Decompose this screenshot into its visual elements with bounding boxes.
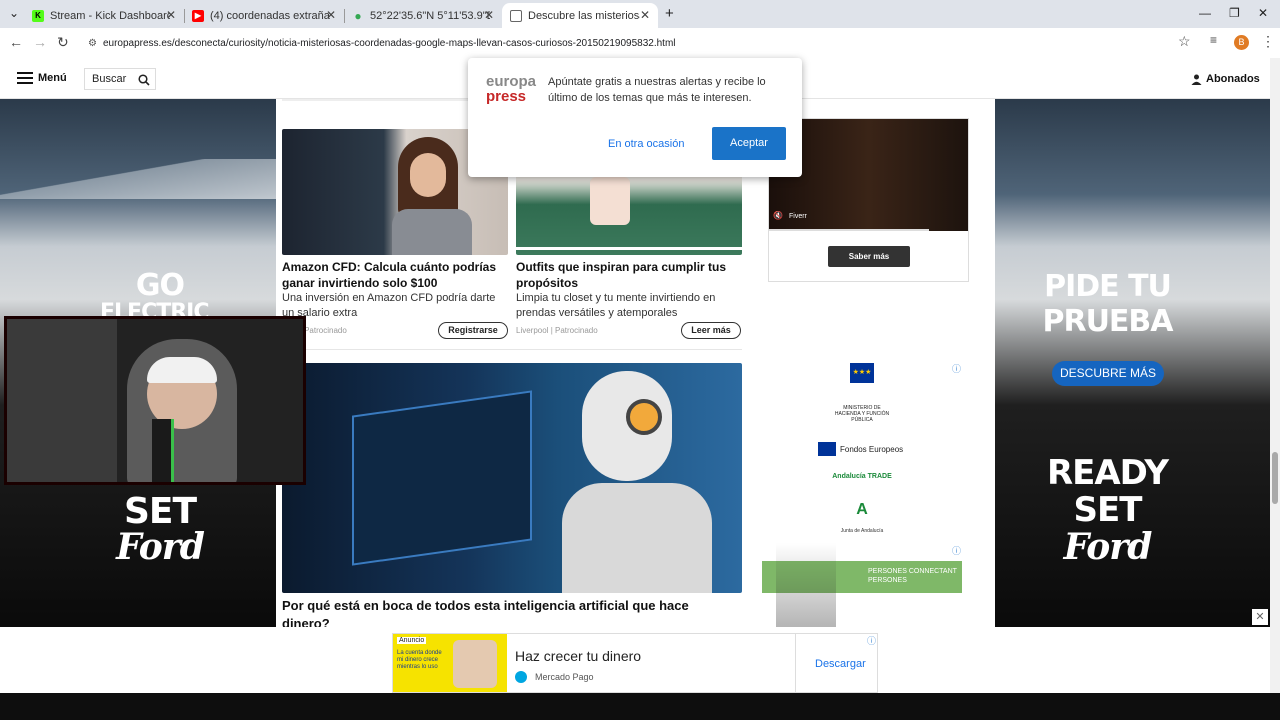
decline-button[interactable]: En otra ocasión <box>608 138 684 150</box>
close-tab-icon[interactable]: ✕ <box>484 8 494 22</box>
forward-icon[interactable]: → <box>33 34 47 50</box>
fondos-europeos-logo: Fondos Europeos <box>818 442 912 456</box>
person-photo <box>453 640 497 688</box>
ad-go-text: GO <box>135 268 185 303</box>
article-description: Limpia tu closet y tu mente invirtiendo … <box>516 292 716 319</box>
article-description: Una inversión en Amazon CFD podría darte… <box>282 292 496 319</box>
tab-google-maps[interactable]: ● 52°22'35.6"N 5°11'53.9"E - Goo ✕ <box>344 3 502 28</box>
hamburger-icon <box>17 72 33 84</box>
fiverr-logo: Fiverr <box>789 213 807 220</box>
eu-flag-logo: ★★★ <box>850 363 874 383</box>
mercado-pago-icon <box>515 671 527 683</box>
ministry-logo: MINISTERIO DE HACIENDA Y FUNCIÓN PÚBLICA <box>834 405 890 423</box>
ad-prueba-text: PRUEBA <box>1042 304 1173 339</box>
close-tab-icon[interactable]: ✕ <box>326 8 336 22</box>
youtube-icon: ▶ <box>192 9 204 22</box>
ford-logo: Ford <box>1063 526 1153 568</box>
divider <box>282 349 742 350</box>
main-content: Amazon CFD: Calcula cuánto podrías ganar… <box>276 99 995 627</box>
close-tab-icon[interactable]: ✕ <box>166 8 176 22</box>
fondos-flag-icon <box>818 442 836 456</box>
divider <box>795 634 796 692</box>
minimize-icon[interactable]: — <box>1199 6 1211 20</box>
mercado-pago-ad[interactable]: Anuncio La cuenta donde mi dinero crece … <box>392 633 878 693</box>
accept-button[interactable]: Aceptar <box>712 127 786 160</box>
browser-tab-strip: ⌄ K Stream - Kick Dashboard ✕ ▶ (4) coor… <box>0 0 1280 28</box>
portrait-face <box>410 153 446 197</box>
mute-icon[interactable]: 🔇 <box>773 211 783 220</box>
ad-ready-text: READY <box>1046 453 1169 493</box>
close-ad-icon[interactable]: ✕ <box>1252 609 1268 625</box>
notification-consent-popup: europa press Apúntate gratis a nuestras … <box>468 58 802 177</box>
article-source: Liverpool | Patrocinado <box>516 326 598 335</box>
ad-info-icon[interactable]: ⓘ <box>952 362 961 375</box>
learn-more-button[interactable]: Saber más <box>828 246 910 267</box>
tab-youtube-search[interactable]: ▶ (4) coordenadas extrañas goog ✕ <box>184 3 344 28</box>
close-tab-icon[interactable]: ✕ <box>640 8 650 22</box>
ad-brand: Mercado Pago <box>515 671 594 683</box>
discover-more-button[interactable]: DESCUBRE MÁS <box>1052 361 1164 386</box>
popup-message: Apúntate gratis a nuestras alertas y rec… <box>548 76 766 104</box>
site-info-icon[interactable]: ⚙ <box>88 38 97 49</box>
scrollbar-thumb[interactable] <box>1272 452 1278 504</box>
ad-title: Haz crecer tu dinero <box>515 648 642 664</box>
taskbar <box>0 693 1280 720</box>
screen-shape <box>352 390 532 566</box>
webcam-overlay <box>4 316 306 485</box>
ad-info-icon[interactable]: ⓘ <box>867 634 876 647</box>
andalucia-trade-logo: Andalucía TRADE <box>832 473 892 480</box>
profile-avatar[interactable]: B <box>1234 35 1249 50</box>
kick-icon: K <box>32 9 44 22</box>
search-icon <box>138 74 150 86</box>
back-icon[interactable]: ← <box>9 34 23 50</box>
wall-shape <box>7 319 117 482</box>
ad-image: Anuncio La cuenta donde mi dinero crece … <box>393 634 507 692</box>
europapress-icon <box>510 9 522 22</box>
maps-pin-icon: ● <box>354 8 362 23</box>
ad-set-text: SET <box>123 491 197 532</box>
register-button[interactable]: Registrarse <box>438 322 508 339</box>
browser-menu-icon[interactable]: ⋮ <box>1261 33 1275 50</box>
figure-skirt <box>590 177 630 225</box>
reload-icon[interactable]: ↻ <box>57 34 69 51</box>
url-field[interactable]: ⚙ europapress.es/desconecta/curiosity/no… <box>78 32 1200 54</box>
cap-shape <box>147 357 217 383</box>
address-bar-row: ← → ↻ ⚙ europapress.es/desconecta/curios… <box>0 28 1280 58</box>
europapress-logo: europa press <box>486 73 537 105</box>
bookmark-star-icon[interactable]: ☆ <box>1178 33 1191 50</box>
ad-info-icon[interactable]: ⓘ <box>952 544 961 557</box>
new-tab-button[interactable]: + <box>665 5 674 22</box>
media-control-icon[interactable]: ≡ <box>1210 33 1217 47</box>
mountain-shape <box>0 159 276 199</box>
robot-body <box>562 483 712 593</box>
robot-eye <box>626 399 662 435</box>
restore-icon[interactable]: ❐ <box>1229 6 1240 20</box>
user-icon <box>1191 74 1202 85</box>
page-scrollbar[interactable] <box>1270 58 1280 693</box>
bottom-sticky-ad-area: Anuncio La cuenta donde mi dinero crece … <box>0 609 1280 693</box>
close-window-icon[interactable]: ✕ <box>1258 6 1268 20</box>
ad-set-text: SET <box>1073 490 1143 530</box>
read-more-button[interactable]: Leer más <box>681 322 741 339</box>
article-title[interactable]: Amazon CFD: Calcula cuánto podrías ganar… <box>282 259 510 291</box>
junta-andalucia-logo: A Junta de Andalucía <box>840 501 884 534</box>
tab-search-icon[interactable]: ⌄ <box>9 6 19 20</box>
tree-illustration <box>776 543 836 627</box>
article-image-ai-robot[interactable] <box>282 363 742 593</box>
tab-europapress-active[interactable]: Descubre las misteriosas coord ✕ <box>502 3 658 28</box>
tab-kick-dashboard[interactable]: K Stream - Kick Dashboard ✕ <box>24 3 184 28</box>
microphone-shape <box>152 419 174 482</box>
portrait-jacket <box>392 209 472 255</box>
court-line <box>516 247 742 250</box>
search-button[interactable]: Buscar <box>84 68 156 90</box>
ad-pide-text: PIDE TU <box>1044 269 1172 304</box>
video-progress <box>769 229 929 231</box>
account-button[interactable]: Abonados <box>1191 73 1260 85</box>
article-title[interactable]: Por qué está en boca de todos esta intel… <box>282 597 722 627</box>
ford-logo: Ford <box>116 526 205 568</box>
article-title[interactable]: Outfits que inspiran para cumplir tus pr… <box>516 259 744 291</box>
download-button[interactable]: Descargar <box>815 658 866 670</box>
menu-button[interactable]: Menú <box>17 72 67 84</box>
